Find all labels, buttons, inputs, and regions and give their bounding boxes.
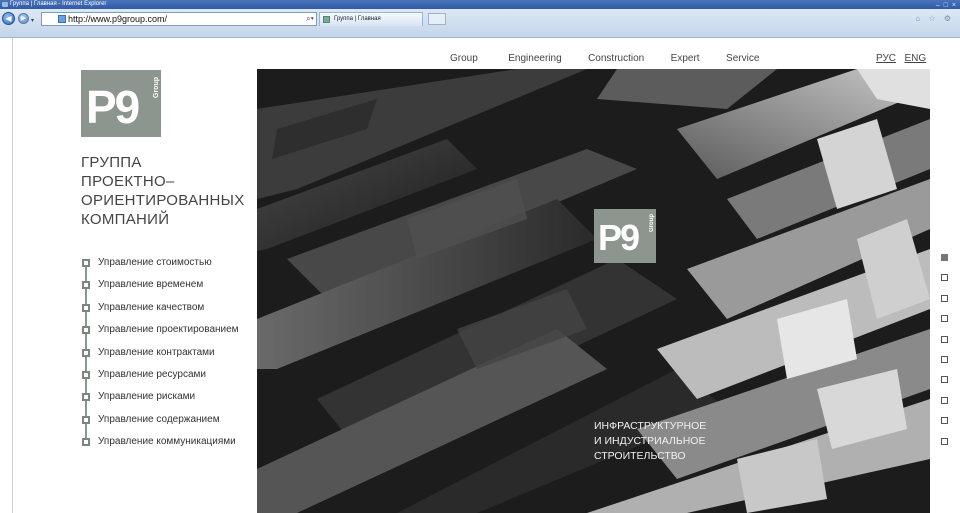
hero-caption-line: СТРОИТЕЛЬСТВО	[594, 450, 686, 462]
tagline-line: ОРИЕНТИРОВАННЫХ	[81, 192, 245, 209]
lang-ru-link[interactable]: РУС	[876, 53, 896, 64]
tagline-line: ГРУППА	[81, 154, 142, 171]
service-item-resources[interactable]: Управление ресурсами	[82, 368, 262, 390]
hero-caption: ИНФРАСТРУКТУРНОЕ И ИНДУСТРИАЛЬНОЕ СТРОИТ…	[594, 419, 794, 464]
slide-dot[interactable]	[941, 355, 948, 363]
browser-title-bar: Группа | Главная - Internet Explorer – □…	[0, 0, 960, 9]
hero-caption-line: ИНФРАСТРУКТУРНОЕ	[594, 420, 707, 432]
hero-logo: P9 Group	[594, 209, 656, 263]
tab-active[interactable]: Группа | Главная	[319, 12, 423, 26]
language-switcher: РУС ENG	[876, 48, 930, 66]
hero-logo-mark: P9	[598, 217, 640, 258]
slide-dot[interactable]	[941, 437, 948, 445]
square-bullet-icon	[82, 370, 90, 379]
forward-arrow-icon[interactable]: ▶	[18, 13, 29, 24]
nav-item-group[interactable]: Group	[450, 53, 478, 64]
square-bullet-icon	[82, 348, 90, 357]
address-bar[interactable]: http://www.p9group.com/ ⌕▾ ↻	[41, 12, 342, 26]
new-tab-button[interactable]	[428, 13, 446, 25]
service-item-scope[interactable]: Управление содержанием	[82, 413, 262, 435]
square-bullet-icon	[82, 438, 90, 447]
slide-dot[interactable]	[941, 396, 948, 404]
browser-toolbar: ◀ ▶ ▾ http://www.p9group.com/ ⌕▾ ↻ Групп…	[0, 9, 960, 38]
service-item-risks[interactable]: Управление рисками	[82, 390, 262, 412]
tab-favicon-icon	[323, 16, 330, 23]
logo-subtext: Group	[153, 77, 160, 98]
slide-pagination	[941, 254, 951, 458]
lang-en-link[interactable]: ENG	[904, 53, 926, 64]
services-list: Управление стоимостью Управление времене…	[82, 256, 262, 458]
slide-dot[interactable]	[941, 254, 948, 261]
tagline-line: КОМПАНИЙ	[81, 211, 170, 228]
slide-dot[interactable]	[941, 274, 948, 282]
web-page: Group Engineering Construction Expert Se…	[0, 38, 960, 513]
square-bullet-icon	[82, 281, 90, 290]
ie-icon	[2, 2, 8, 7]
service-item-communications[interactable]: Управление коммуникациями	[82, 435, 262, 457]
company-tagline: ГРУППА ПРОЕКТНО– ОРИЕНТИРОВАННЫХ КОМПАНИ…	[81, 153, 251, 229]
history-dropdown-icon[interactable]: ▾	[31, 17, 34, 24]
tagline-line: ПРОЕКТНО–	[81, 173, 175, 190]
hero-logo-subtext: Group	[649, 214, 655, 232]
page-icon	[58, 15, 66, 23]
square-bullet-icon	[82, 259, 90, 267]
site-logo[interactable]: P9 Group	[81, 70, 161, 137]
nav-item-construction[interactable]: Construction	[588, 53, 644, 64]
search-icon[interactable]: ⌕▾	[306, 13, 314, 25]
square-bullet-icon	[82, 415, 90, 424]
square-bullet-icon	[82, 303, 90, 312]
nav-item-engineering[interactable]: Engineering	[508, 53, 561, 64]
slide-dot[interactable]	[941, 417, 948, 425]
window-title: Группа | Главная - Internet Explorer	[10, 1, 107, 7]
hero-caption-line: И ИНДУСТРИАЛЬНОЕ	[594, 435, 706, 447]
square-bullet-icon	[82, 326, 90, 335]
tools-icons[interactable]: ⌂ ☆ ⚙	[915, 14, 954, 23]
service-item-contracts[interactable]: Управление контрактами	[82, 346, 262, 368]
service-item-cost[interactable]: Управление стоимостью	[82, 256, 262, 278]
address-url: http://www.p9group.com/	[68, 14, 168, 24]
logo-mark: P9	[86, 81, 140, 133]
slide-dot[interactable]	[941, 315, 948, 323]
service-item-time[interactable]: Управление временем	[82, 278, 262, 300]
hero-banner[interactable]: P9 Group ИНФРАСТРУКТУРНОЕ И ИНДУСТРИАЛЬН…	[257, 69, 930, 513]
square-bullet-icon	[82, 393, 90, 402]
nav-item-expert[interactable]: Expert	[671, 53, 700, 64]
slide-dot[interactable]	[941, 294, 948, 302]
slide-dot[interactable]	[941, 335, 948, 343]
tab-title: Группа | Главная	[334, 16, 381, 22]
slide-dot[interactable]	[941, 376, 948, 384]
service-item-design[interactable]: Управление проектированием	[82, 323, 262, 345]
service-item-quality[interactable]: Управление качеством	[82, 301, 262, 323]
back-arrow-icon[interactable]: ◀	[2, 12, 15, 25]
nav-item-service[interactable]: Service	[726, 53, 759, 64]
main-nav: Group Engineering Construction Expert Se…	[450, 48, 781, 64]
page-left-border	[12, 38, 13, 513]
